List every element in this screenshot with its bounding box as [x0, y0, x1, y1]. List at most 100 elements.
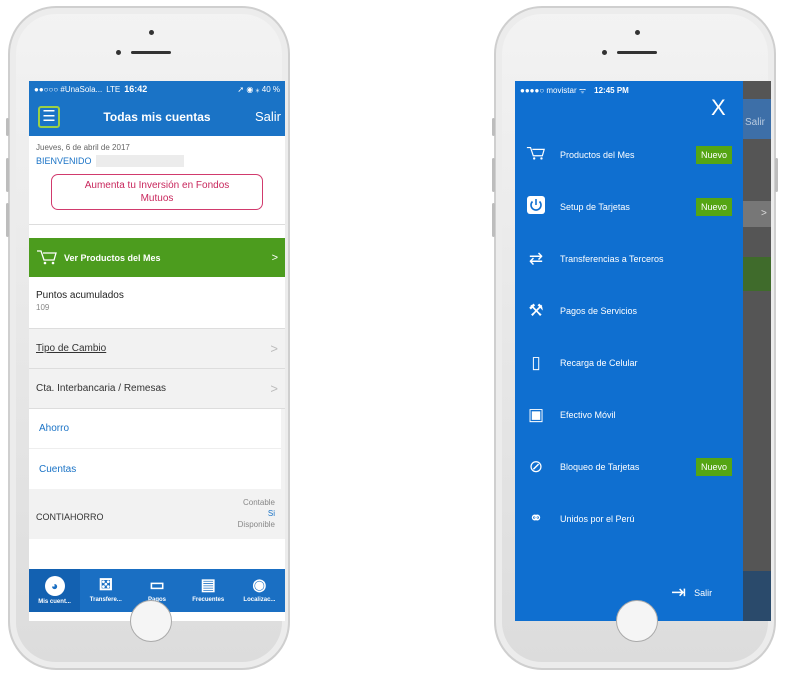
savings-tab[interactable]: Ahorro: [29, 409, 281, 449]
tab-locator[interactable]: ◉ Localizac...: [234, 569, 285, 612]
menu-item-label: Efectivo Móvil: [560, 410, 616, 420]
cart-icon: [36, 249, 58, 267]
background-salir: Salir: [741, 99, 771, 139]
carrier-text: ●●○○○ #UnaSola...: [34, 84, 103, 94]
menu-item-label: Productos del Mes: [560, 150, 635, 160]
front-camera: [149, 30, 154, 35]
points-label: Puntos acumulados: [36, 290, 124, 301]
background-tabbar: [741, 571, 771, 621]
menu-item-unidos-peru[interactable]: ⚭ Unidos por el Perú: [515, 493, 743, 545]
power-icon: [526, 195, 546, 220]
menu-item-setup-tarjetas[interactable]: Setup de Tarjetas Nuevo: [515, 181, 743, 233]
document-icon: ▤: [200, 577, 216, 594]
carrier-text: ●●●●○ movistar ᯤ: [520, 85, 587, 95]
account-balance-labels: Contable Si Disponible: [238, 497, 275, 530]
volume-down-button: [6, 203, 9, 237]
phone-left: ●●○○○ #UnaSola... LTE 16:42 ➚ ◉ ⁎ 40 % ☰…: [6, 6, 290, 670]
interbank-label: Cta. Interbancaria / Remesas: [36, 383, 167, 394]
chevron-right-icon: >: [270, 341, 278, 356]
menu-item-transferencias[interactable]: ⇄ Transferencias a Terceros: [515, 233, 743, 285]
front-camera: [635, 30, 640, 35]
dimmed-background[interactable]: [741, 81, 771, 621]
proximity-sensor: [116, 50, 121, 55]
nav-bar: ☰ Todas mis cuentas Salir: [29, 97, 285, 136]
menu-item-recarga-celular[interactable]: ▯ Recarga de Celular: [515, 337, 743, 389]
battery-status: ➚ ◉ ⁎ 40 %: [237, 84, 280, 94]
tab-my-accounts[interactable]: ◕ Mis cuent...: [29, 569, 81, 612]
exchange-rate-label: Tipo de Cambio: [36, 343, 107, 354]
background-green-bar: [741, 257, 771, 291]
contiahorro-account-row[interactable]: CONTIAHORRO Contable Si Disponible: [29, 495, 285, 539]
tab-label: Mis cuent...: [38, 599, 71, 605]
si-label: Si: [267, 509, 275, 518]
new-badge: Nuevo: [695, 458, 732, 476]
user-name-placeholder: [95, 155, 184, 167]
menu-item-label: Setup de Tarjetas: [560, 202, 630, 212]
interbank-row[interactable]: Cta. Interbancaria / Remesas >: [29, 369, 285, 409]
earpiece-speaker: [131, 51, 171, 54]
products-of-month-bar[interactable]: Ver Productos del Mes >: [29, 238, 285, 277]
hamburger-menu-icon[interactable]: ☰: [38, 105, 60, 128]
menu-item-label: Transferencias a Terceros: [560, 254, 664, 264]
welcome-section: Jueves, 6 de abril de 2017 BIENVENIDO Au…: [29, 136, 285, 225]
location-pin-icon: ◉: [252, 577, 267, 594]
menu-item-efectivo-movil[interactable]: ▣ Efectivo Móvil: [515, 389, 743, 441]
screen-side-menu: Salir > ●●●●○ movistar ᯤ 12:45 PM X Prod…: [515, 81, 771, 621]
home-button[interactable]: [616, 600, 658, 642]
volume-down-button: [492, 203, 495, 237]
cash-icon: ▣: [527, 405, 545, 424]
transfers-icon: ⚄: [98, 577, 113, 594]
side-menu-drawer: ●●●●○ movistar ᯤ 12:45 PM X Productos de…: [515, 81, 743, 621]
card-icon: ▭: [149, 577, 165, 594]
logout-icon: ⇥: [671, 582, 687, 602]
account-name: CONTIAHORRO: [36, 512, 104, 522]
volume-up-button: [492, 158, 495, 192]
faucet-icon: ⚒: [528, 301, 544, 320]
transfer-icon: ⇄: [528, 249, 544, 268]
page-title: Todas mis cuentas: [103, 109, 211, 124]
clock: 16:42: [124, 84, 148, 94]
phone-right: Salir > ●●●●○ movistar ᯤ 12:45 PM X Prod…: [492, 6, 778, 670]
tab-label: Transfere...: [89, 597, 122, 603]
earpiece-speaker: [617, 51, 657, 54]
menu-item-pagos-servicios[interactable]: ⚒ Pagos de Servicios: [515, 285, 743, 337]
welcome-text: BIENVENIDO: [36, 156, 92, 166]
mute-switch: [6, 118, 9, 136]
menu-item-bloqueo-tarjetas[interactable]: ⊘ Bloqueo de Tarjetas Nuevo: [515, 441, 743, 493]
tab-label: Frecuentes: [192, 597, 225, 603]
contable-label: Contable: [242, 498, 275, 507]
home-button[interactable]: [130, 600, 172, 642]
logout-button[interactable]: ⇥ Salir: [671, 582, 712, 603]
logout-button[interactable]: Salir: [255, 109, 281, 124]
mobile-phone-icon: ▯: [531, 353, 541, 372]
links-section: Tipo de Cambio > Cta. Interbancaria / Re…: [29, 329, 285, 539]
products-label: Ver Productos del Mes: [64, 252, 161, 263]
accounts-tab[interactable]: Cuentas: [29, 449, 281, 489]
exchange-rate-row[interactable]: Tipo de Cambio >: [29, 329, 285, 369]
promo-banner[interactable]: Aumenta tu Inversión en Fondos Mutuos: [51, 174, 263, 210]
mute-switch: [492, 118, 495, 136]
new-badge: Nuevo: [695, 198, 732, 216]
power-button: [775, 158, 778, 192]
disponible-label: Disponible: [237, 520, 275, 529]
accounts-icon: ◕: [44, 576, 65, 596]
card-block-icon: ⊘: [528, 457, 544, 476]
background-chevron: >: [741, 201, 771, 227]
menu-item-label: Unidos por el Perú: [560, 514, 635, 524]
close-icon[interactable]: X: [711, 97, 726, 119]
volume-up-button: [6, 158, 9, 192]
new-badge: Nuevo: [695, 146, 732, 164]
tab-frequent[interactable]: ▤ Frecuentes: [183, 569, 234, 612]
menu-item-productos[interactable]: Productos del Mes Nuevo: [515, 129, 743, 181]
network-text: LTE: [106, 84, 121, 94]
chevron-right-icon: >: [271, 251, 278, 264]
welcome-line: BIENVENIDO: [36, 155, 278, 167]
points-section: Puntos acumulados 109: [29, 277, 285, 329]
date-text: Jueves, 6 de abril de 2017: [36, 143, 130, 152]
menu-item-label: Recarga de Celular: [560, 358, 638, 368]
tab-label: Localizac...: [243, 597, 276, 603]
status-bar: ●●○○○ #UnaSola... LTE 16:42 ➚ ◉ ⁎ 40 %: [29, 81, 285, 97]
handshake-icon: ⚭: [528, 509, 544, 528]
menu-item-label: Pagos de Servicios: [560, 306, 638, 316]
tab-transfers[interactable]: ⚄ Transfere...: [80, 569, 131, 612]
